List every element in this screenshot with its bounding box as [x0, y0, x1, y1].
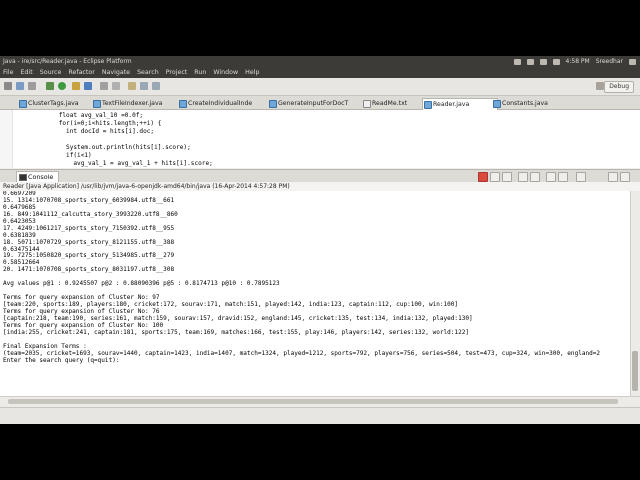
- scroll-thumb[interactable]: [8, 399, 618, 404]
- maximize-icon[interactable]: [620, 172, 630, 182]
- minimize-icon[interactable]: [608, 172, 618, 182]
- console-line: 19. 7275:1050820_sports_story_5134985.ut…: [3, 252, 175, 260]
- console-line: 15. 1314:1070708_sports_story_6039984.ut…: [3, 196, 175, 204]
- user-name[interactable]: Sreedhar: [596, 56, 623, 67]
- console-line: Enter the search query (q=quit):: [3, 356, 120, 364]
- eclipse-window: Java - ire/src/Reader.java - Eclipse Pla…: [0, 56, 640, 424]
- console-vertical-scrollbar[interactable]: [630, 191, 640, 396]
- status-bar: [0, 407, 640, 424]
- search-icon[interactable]: [112, 82, 120, 90]
- java-file-icon: [19, 100, 27, 108]
- menu-edit[interactable]: Edit: [21, 67, 33, 78]
- remove-launch-icon[interactable]: [490, 172, 500, 182]
- network-icon[interactable]: [526, 58, 534, 65]
- editor-tabs: ClusterTags.java TextFileIndexer.java Cr…: [0, 96, 640, 110]
- menu-refactor[interactable]: Refactor: [68, 67, 94, 78]
- clock[interactable]: 4:58 PM: [566, 56, 590, 67]
- menu-source[interactable]: Source: [40, 67, 62, 78]
- console-line: 17. 4249:1061217_sports_story_7150392.ut…: [3, 224, 175, 232]
- window-title: Java - ire/src/Reader.java - Eclipse Pla…: [3, 58, 132, 65]
- system-top-panel: Java - ire/src/Reader.java - Eclipse Pla…: [0, 56, 640, 67]
- console-line: 20. 1471:1070708_sports_story_8031197.ut…: [3, 266, 175, 274]
- menu-help[interactable]: Help: [245, 67, 259, 78]
- new-icon[interactable]: [4, 82, 12, 90]
- java-file-icon: [269, 100, 277, 108]
- new-class-icon[interactable]: [84, 82, 92, 90]
- code-editor[interactable]: float avg_val_10 =0.0f; for(i=0;i<hits.l…: [0, 110, 640, 168]
- menu-search[interactable]: Search: [137, 67, 159, 78]
- tab-textfileindexer[interactable]: TextFileIndexer.java: [92, 98, 162, 109]
- back-icon[interactable]: [140, 82, 148, 90]
- menu-run[interactable]: Run: [194, 67, 206, 78]
- power-icon[interactable]: [629, 58, 636, 65]
- tab-generateinputfordoct[interactable]: GenerateInputForDocT: [268, 98, 348, 109]
- java-file-icon: [179, 100, 187, 108]
- console-line: 18. 5071:1070729_sports_story_8121155.ut…: [3, 238, 175, 246]
- scroll-lock-icon[interactable]: [530, 172, 540, 182]
- clear-console-icon[interactable]: [518, 172, 528, 182]
- battery-icon[interactable]: [539, 58, 547, 65]
- new-package-icon[interactable]: [72, 82, 80, 90]
- pin-console-icon[interactable]: [546, 172, 556, 182]
- code-line: for(i=0;i<hits.length;++i) {: [0, 120, 162, 127]
- menu-bar: File Edit Source Refactor Navigate Searc…: [0, 67, 640, 78]
- menu-project[interactable]: Project: [166, 67, 188, 78]
- open-perspective-icon[interactable]: [596, 82, 604, 90]
- terminate-icon[interactable]: [478, 172, 488, 182]
- text-file-icon: [363, 100, 371, 108]
- console-description: Reader [Java Application] /usr/lib/jvm/j…: [0, 182, 640, 191]
- console-horizontal-scrollbar[interactable]: [0, 396, 640, 407]
- console-line: [india:255, cricket:241, captain:181, sp…: [3, 328, 469, 336]
- scroll-thumb[interactable]: [632, 351, 638, 391]
- print-icon[interactable]: [28, 82, 36, 90]
- console-output[interactable]: 0.6697209 15. 1314:1070708_sports_story_6…: [0, 191, 631, 396]
- code-line: int docId = hits[i].doc;: [0, 128, 155, 135]
- code-line: System.out.println(hits[i].score);: [0, 144, 191, 151]
- mail-icon[interactable]: [513, 58, 521, 65]
- console-line: 16. 849:1041112_calcutta_story_3993220.u…: [3, 210, 178, 218]
- code-line: if(i<1): [0, 152, 92, 159]
- tab-clustertags[interactable]: ClusterTags.java: [18, 98, 79, 109]
- tab-constants[interactable]: Constants.java: [492, 98, 548, 109]
- open-type-icon[interactable]: [100, 82, 108, 90]
- console-line: Avg values p@1 : 0.9245507 p@2 : 0.88090…: [3, 280, 280, 288]
- java-file-icon: [424, 101, 432, 109]
- debug-perspective-button[interactable]: Debug: [604, 81, 634, 93]
- console-view-header: Console: [0, 169, 640, 183]
- menu-file[interactable]: File: [3, 67, 14, 78]
- console-icon: [19, 174, 27, 181]
- main-toolbar: Debug: [0, 78, 640, 96]
- tab-readme[interactable]: ReadMe.txt: [362, 98, 407, 109]
- annotation-icon[interactable]: [128, 82, 136, 90]
- forward-icon[interactable]: [152, 82, 160, 90]
- code-line: avg_val_1 = avg_val_1 + hits[i].score;: [0, 160, 213, 167]
- menu-navigate[interactable]: Navigate: [102, 67, 130, 78]
- tab-createindividualinde[interactable]: CreateIndividualInde: [178, 98, 252, 109]
- code-line: float avg_val_10 =0.0f;: [0, 112, 144, 119]
- run-icon[interactable]: [58, 82, 66, 90]
- debug-icon[interactable]: [46, 82, 54, 90]
- console-tab[interactable]: Console: [16, 171, 60, 182]
- remove-all-icon[interactable]: [502, 172, 512, 182]
- open-console-icon[interactable]: [576, 172, 586, 182]
- display-console-icon[interactable]: [558, 172, 568, 182]
- menu-window[interactable]: Window: [213, 67, 238, 78]
- java-file-icon: [493, 100, 501, 108]
- tab-reader[interactable]: Reader.java: [422, 98, 498, 110]
- save-icon[interactable]: [16, 82, 24, 90]
- java-file-icon: [93, 100, 101, 108]
- volume-icon[interactable]: [552, 58, 560, 65]
